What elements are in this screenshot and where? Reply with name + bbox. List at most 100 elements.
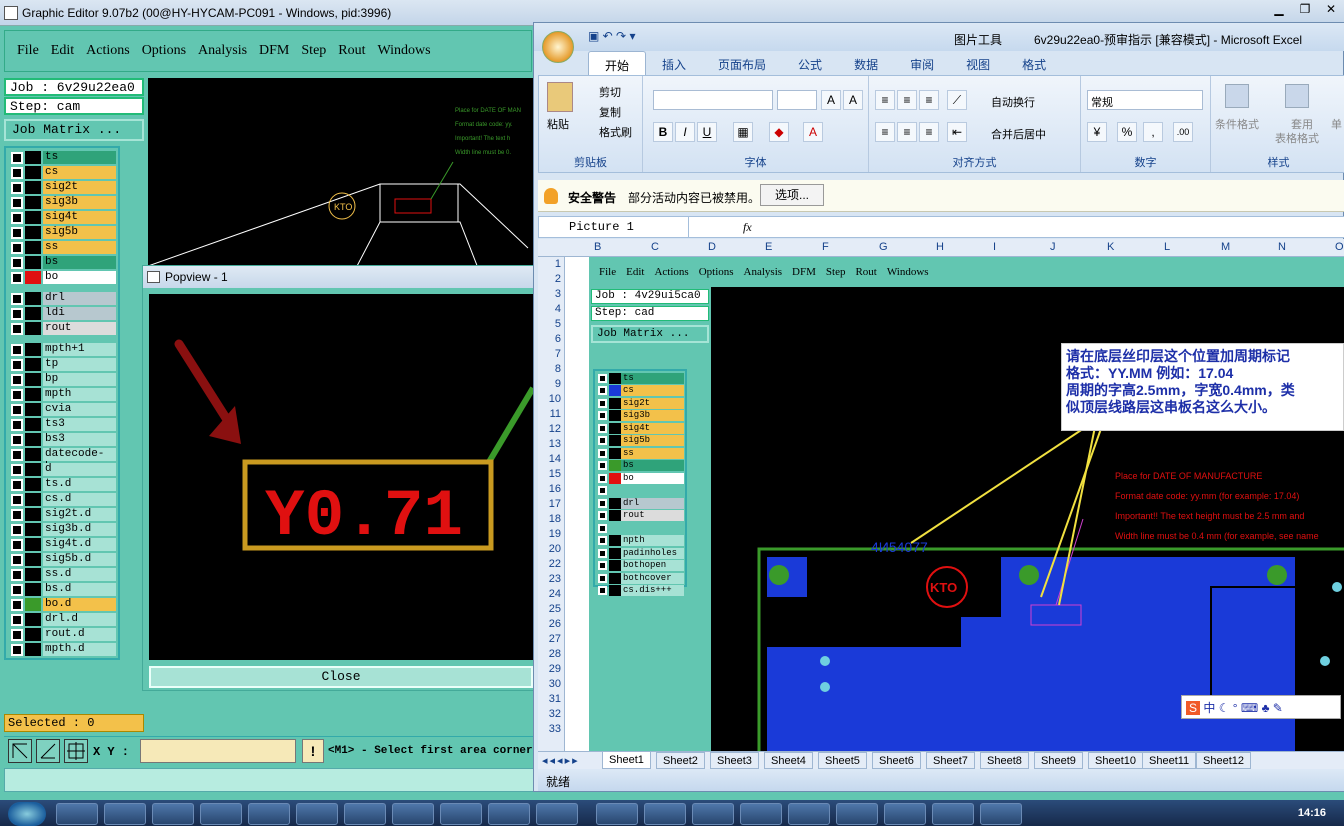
- sheet-tab[interactable]: Sheet12: [1196, 752, 1251, 769]
- layer-color-swatch[interactable]: [25, 241, 41, 254]
- row-header[interactable]: 23: [549, 573, 561, 585]
- layer-name[interactable]: sig4t.d: [43, 538, 116, 551]
- layer-checkbox[interactable]: [11, 166, 23, 179]
- layer-checkbox[interactable]: [598, 573, 607, 583]
- layer-checkbox[interactable]: [11, 643, 23, 656]
- pic-layer-row[interactable]: [596, 522, 684, 535]
- layer-color-swatch[interactable]: [25, 292, 41, 305]
- layer-color-swatch[interactable]: [609, 435, 621, 447]
- layer-name[interactable]: ts3: [43, 418, 116, 431]
- layer-checkbox[interactable]: [598, 486, 607, 496]
- pic-layer-row[interactable]: bs: [596, 460, 684, 473]
- layer-checkbox[interactable]: [11, 343, 23, 356]
- start-button-icon[interactable]: [8, 802, 46, 826]
- tab-home[interactable]: 开始: [588, 51, 647, 75]
- layer-row[interactable]: bs.d: [8, 582, 116, 597]
- layer-checkbox[interactable]: [598, 461, 607, 471]
- number-format-select[interactable]: 常规: [1087, 90, 1203, 110]
- ime-toolbar[interactable]: S 中 ☾ ° ⌨ ♣ ✎: [1181, 695, 1341, 719]
- layer-name[interactable]: mpth+1: [43, 343, 116, 356]
- layer-color-swatch[interactable]: [609, 572, 621, 584]
- layer-name[interactable]: bs: [43, 256, 116, 269]
- row-header[interactable]: 18: [549, 513, 561, 525]
- layer-row[interactable]: ts: [8, 150, 116, 165]
- layer-name[interactable]: sig3b: [621, 410, 684, 422]
- layer-checkbox[interactable]: [598, 448, 607, 458]
- restore-icon[interactable]: ❐: [1292, 2, 1318, 20]
- layer-checkbox[interactable]: [11, 613, 23, 626]
- ime-mode[interactable]: 中: [1203, 701, 1215, 715]
- underline-button[interactable]: U: [697, 122, 717, 142]
- layer-name[interactable]: sig5b: [43, 226, 116, 239]
- paste-icon[interactable]: [547, 82, 573, 112]
- orientation-button[interactable]: ⟋: [947, 90, 967, 110]
- column-header[interactable]: L: [1164, 241, 1170, 253]
- taskbar-app-icon[interactable]: [296, 803, 338, 825]
- minimize-icon[interactable]: ▁: [1266, 2, 1292, 20]
- layer-color-swatch[interactable]: [609, 410, 621, 422]
- layer-color-swatch[interactable]: [25, 343, 41, 356]
- layer-checkbox[interactable]: [11, 583, 23, 596]
- layer-row[interactable]: sig2t: [8, 180, 116, 195]
- row-header[interactable]: 6: [555, 333, 561, 345]
- paste-button[interactable]: 粘贴: [547, 116, 569, 132]
- popview-close-button[interactable]: Close: [149, 666, 533, 688]
- layer-checkbox[interactable]: [598, 398, 607, 408]
- taskbar-excel-icon[interactable]: [932, 803, 974, 825]
- wrap-text-button[interactable]: 自动换行: [991, 94, 1035, 110]
- layer-checkbox[interactable]: [11, 493, 23, 506]
- column-header[interactable]: E: [765, 241, 772, 253]
- layer-name[interactable]: ss: [621, 447, 684, 459]
- xy-input[interactable]: [140, 739, 296, 763]
- pic-layer-row[interactable]: padinholes: [596, 547, 684, 560]
- merge-center-button[interactable]: 合并后居中: [991, 126, 1046, 142]
- menu-rout[interactable]: Rout: [338, 43, 365, 59]
- menu-options[interactable]: Options: [142, 43, 186, 59]
- pic-layer-row[interactable]: ss: [596, 447, 684, 460]
- align-middle-button[interactable]: ≡: [897, 90, 917, 110]
- taskbar-app-icon[interactable]: [692, 803, 734, 825]
- popview-canvas[interactable]: Y0.71: [149, 294, 536, 660]
- layer-name[interactable]: tp: [43, 358, 116, 371]
- sheet-tab[interactable]: Sheet10: [1088, 752, 1143, 769]
- tab-view[interactable]: 视图: [950, 51, 1006, 75]
- layer-name[interactable]: bs.d: [43, 583, 116, 596]
- font-color-button[interactable]: A: [803, 122, 823, 142]
- align-bottom-button[interactable]: ≡: [919, 90, 939, 110]
- layer-color-swatch[interactable]: [25, 196, 41, 209]
- layer-name[interactable]: bp: [43, 373, 116, 386]
- tab-format[interactable]: 格式: [1006, 51, 1062, 75]
- menu-step[interactable]: Step: [301, 43, 326, 59]
- layer-row[interactable]: mpth.d: [8, 642, 116, 657]
- layer-color-swatch[interactable]: [25, 493, 41, 506]
- tab-review[interactable]: 审阅: [894, 51, 950, 75]
- layer-checkbox[interactable]: [11, 373, 23, 386]
- column-header[interactable]: M: [1221, 241, 1230, 253]
- layer-color-swatch[interactable]: [609, 510, 621, 522]
- layer-color-swatch[interactable]: [609, 547, 621, 559]
- row-header[interactable]: 10: [549, 393, 561, 405]
- layer-row[interactable]: sig5b.d: [8, 552, 116, 567]
- layer-row[interactable]: sig3b: [8, 195, 116, 210]
- layer-color-swatch[interactable]: [609, 372, 621, 384]
- menu-windows[interactable]: Windows: [378, 43, 431, 59]
- align-right-button[interactable]: ≡: [919, 122, 939, 142]
- pic-layer-row[interactable]: sig4t: [596, 422, 684, 435]
- taskbar-excel-icon[interactable]: [884, 803, 926, 825]
- layer-color-swatch[interactable]: [609, 460, 621, 472]
- layer-checkbox[interactable]: [11, 523, 23, 536]
- row-header[interactable]: 17: [549, 498, 561, 510]
- layer-checkbox[interactable]: [598, 523, 607, 533]
- format-painter-button[interactable]: 格式刷: [599, 124, 632, 140]
- taskbar-app-icon[interactable]: [344, 803, 386, 825]
- warning-button[interactable]: !: [302, 739, 324, 763]
- tab-data[interactable]: 数据: [838, 51, 894, 75]
- row-header[interactable]: 14: [549, 453, 561, 465]
- layer-color-swatch[interactable]: [25, 226, 41, 239]
- row-header[interactable]: 31: [549, 693, 561, 705]
- layer-color-swatch[interactable]: [25, 478, 41, 491]
- layer-name[interactable]: [621, 522, 684, 534]
- column-header[interactable]: C: [651, 241, 659, 253]
- layer-name[interactable]: bs: [621, 460, 684, 472]
- layer-color-swatch[interactable]: [25, 508, 41, 521]
